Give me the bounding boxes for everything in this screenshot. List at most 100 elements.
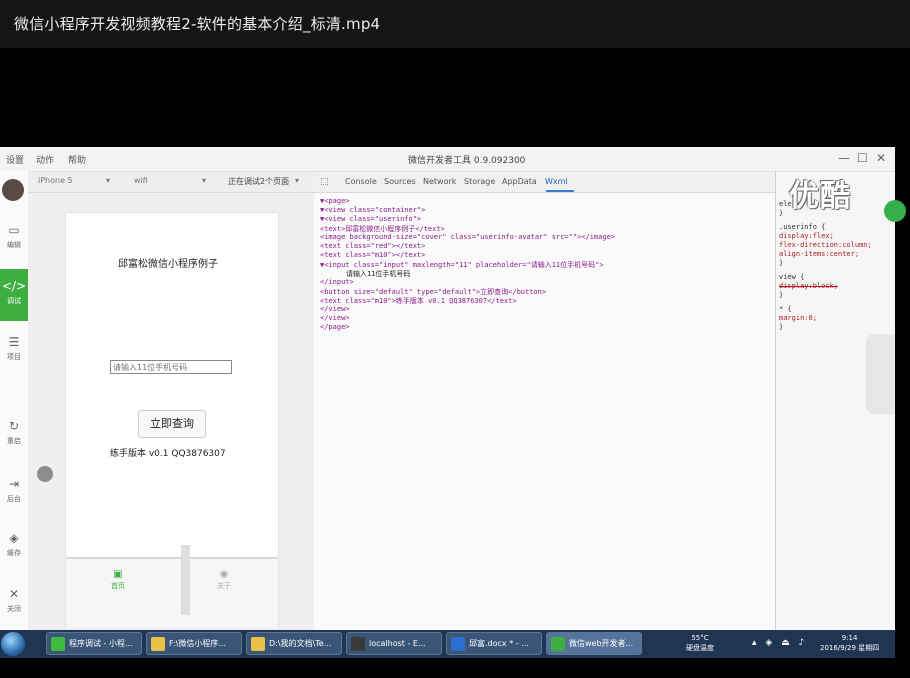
wxml-line[interactable]: ▼<view class="userinfo"> [320, 215, 421, 223]
css-line[interactable]: flex-direction:column; [779, 241, 872, 249]
css-line: * { [779, 305, 792, 313]
wxml-line[interactable]: 请输入11位手机号码 [346, 269, 410, 279]
network-select[interactable]: wifi [134, 176, 148, 185]
css-line: .userinfo { [779, 223, 826, 231]
sidebar-item-label: 项目 [7, 353, 21, 361]
tab-console[interactable]: Console [345, 177, 377, 186]
tab-bar: ▣ 首页 ◉ 关于 [66, 557, 278, 628]
sidebar-item-edit[interactable]: ▭ 编辑 [0, 217, 28, 263]
menu-action[interactable]: 动作 [36, 153, 54, 166]
sidebar-item-debug[interactable]: </> 调试 [0, 269, 28, 321]
youku-watermark: 优酷 [789, 179, 851, 214]
code-icon: </> [1, 279, 27, 293]
expand-panel-handle[interactable] [866, 334, 895, 414]
taskbar-item-active[interactable]: 微信web开发者... [546, 632, 642, 655]
taskbar-item[interactable]: 程序调试 - 小程... [46, 632, 142, 655]
phone-number-input[interactable] [110, 360, 232, 374]
sidebar-item-project[interactable]: ☰ 项目 [0, 329, 28, 375]
sidebar-item-label: 缓存 [7, 549, 21, 557]
temperature-value: 55°C [691, 634, 709, 642]
about-tab-icon: ◉ [219, 569, 229, 580]
minimize-icon[interactable]: — [838, 151, 850, 165]
tray-icons[interactable]: ▴ ◈ ⏏ ♪ [752, 638, 807, 648]
css-line: } [779, 291, 784, 299]
close-icon: ✕ [8, 587, 20, 601]
tab-label: 首页 [111, 582, 125, 590]
maximize-icon[interactable]: ☐ [857, 151, 868, 165]
simulator-scrollbar[interactable] [181, 545, 190, 615]
devtools-toolbar: ⬚ Console Sources Network Storage AppDat… [314, 172, 775, 193]
wxml-line[interactable]: </input> [320, 278, 354, 286]
sidebar-item-label: 后台 [7, 495, 21, 503]
start-button-icon[interactable] [1, 632, 25, 656]
wxml-line[interactable]: </view> [320, 305, 350, 313]
avatar[interactable] [2, 179, 24, 201]
css-line[interactable]: display:flex; [779, 232, 834, 240]
wxml-line[interactable]: <text class="red"></text> [320, 242, 425, 250]
device-select[interactable]: iPhone 5 [38, 176, 73, 185]
home-tab-icon: ▣ [113, 569, 123, 580]
device-toolbar: iPhone 5 ▾ wifi ▾ 正在调试2个页面 ▾ [28, 172, 314, 193]
chevron-down-icon[interactable]: ▾ [106, 176, 110, 185]
disk-temperature[interactable]: 55°C 硬盘温度 [686, 633, 714, 653]
query-button[interactable]: 立即查询 [138, 410, 206, 438]
clock-time: 9:14 [841, 634, 858, 642]
video-frame[interactable]: 设置 动作 帮助 微信开发者工具 0.9.092300 — ☐ ✕ ▭ 编辑 <… [0, 147, 895, 630]
sidebar-item-restart[interactable]: ↻ 重启 [0, 413, 28, 459]
drag-handle[interactable] [37, 466, 53, 482]
css-line: view { [779, 273, 805, 281]
terminal-icon [351, 637, 365, 651]
sidebar-item-label: 编辑 [7, 241, 21, 249]
taskbar-item[interactable]: F:\微信小程序... [146, 632, 242, 655]
css-line[interactable]: margin:0; [779, 314, 817, 322]
taskbar-item[interactable]: D:\我的文档\Te... [246, 632, 342, 655]
chevron-down-icon[interactable]: ▾ [202, 176, 206, 185]
active-tab-indicator [546, 190, 574, 192]
phone-screen: 邱富松微信小程序例子 立即查询 练手版本 v0.1 QQ3876307 ▣ 首页… [65, 212, 279, 628]
tab-appdata[interactable]: AppData [502, 177, 537, 186]
sidebar-item-label: 关闭 [7, 605, 21, 613]
wxml-line[interactable]: <text class="m10"></text> [320, 251, 425, 259]
tab-label: 关于 [217, 582, 231, 590]
debug-pages-select[interactable]: 正在调试2个页面 [228, 176, 289, 187]
sidebar-item-background[interactable]: ⇥ 后台 [0, 471, 28, 517]
css-line[interactable]: align-items:center; [779, 250, 859, 258]
code-icon [551, 637, 565, 651]
css-line[interactable]: display:block; [779, 282, 838, 290]
wxml-line[interactable]: <image background-size="cover" class="us… [320, 233, 615, 241]
folder-icon [251, 637, 265, 651]
wxml-line[interactable]: </page> [320, 323, 350, 331]
css-line: } [779, 259, 784, 267]
app-icon [51, 637, 65, 651]
tab-home[interactable]: ▣ 首页 [88, 569, 148, 591]
chevron-down-icon[interactable]: ▾ [295, 176, 299, 185]
close-window-icon[interactable]: ✕ [876, 151, 886, 165]
tab-about[interactable]: ◉ 关于 [194, 569, 254, 591]
float-badge[interactable] [884, 200, 906, 222]
sidebar-item-cache[interactable]: ◈ 缓存 [0, 525, 28, 571]
wxml-line[interactable]: </view> [320, 314, 350, 322]
tab-sources[interactable]: Sources [384, 177, 416, 186]
app-title: 邱富松微信小程序例子 [118, 259, 218, 270]
css-line: } [779, 323, 784, 331]
tab-storage[interactable]: Storage [464, 177, 495, 186]
tab-wxml[interactable]: Wxml [545, 177, 568, 186]
temperature-label: 硬盘温度 [686, 644, 714, 652]
tab-network[interactable]: Network [423, 177, 456, 186]
ide-window-title: 微信开发者工具 0.9.092300 [408, 156, 526, 166]
folder-icon [151, 637, 165, 651]
css-line: } [779, 209, 784, 217]
wxml-line[interactable]: ▼<view class="container"> [320, 206, 425, 214]
version-text: 练手版本 v0.1 QQ3876307 [110, 449, 226, 459]
menu-settings[interactable]: 设置 [6, 153, 24, 166]
taskbar-item[interactable]: 邱富.docx * - ... [446, 632, 542, 655]
taskbar-item[interactable]: localhost - E... [346, 632, 442, 655]
inspect-icon[interactable]: ⬚ [320, 177, 329, 187]
menu-help[interactable]: 帮助 [68, 153, 86, 166]
clock[interactable]: 9:14 2016/9/29 星期四 [820, 633, 879, 653]
wxml-line[interactable]: ▼<page> [320, 197, 350, 205]
ide-sidebar: ▭ 编辑 </> 调试 ☰ 项目 ↻ 重启 ⇥ 后台 ◈ 缓存 ✕ 关闭 [0, 171, 29, 630]
wxml-panel[interactable]: ▼<page> ▼<view class="container"> ▼<view… [314, 193, 775, 630]
sidebar-item-close[interactable]: ✕ 关闭 [0, 581, 28, 627]
cache-icon: ◈ [9, 531, 19, 545]
